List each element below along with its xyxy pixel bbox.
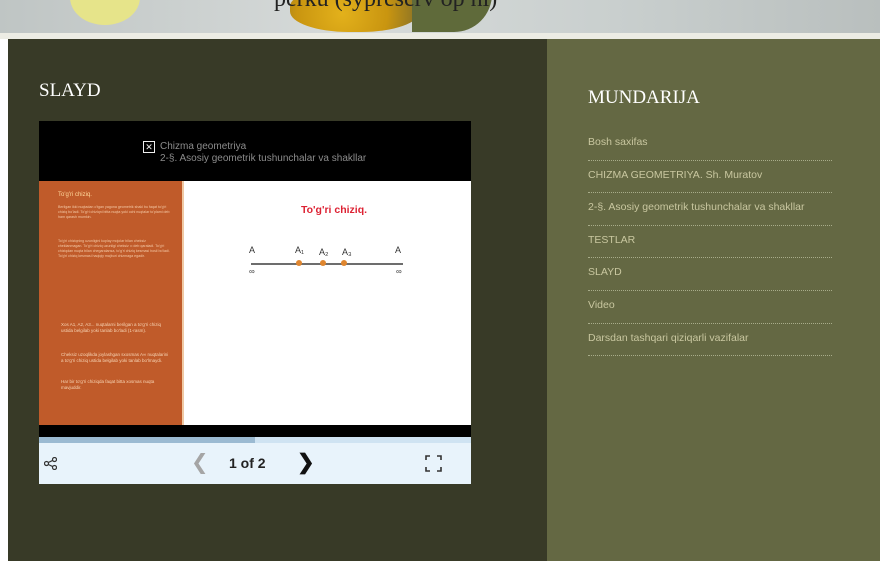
infinity-label: ∞: [249, 267, 255, 276]
share-icon[interactable]: [44, 457, 57, 470]
point-marker: [320, 260, 326, 266]
fullscreen-icon[interactable]: [425, 455, 442, 472]
sidebar-item-chizma-geometriya: CHIZMA GEOMETRIYA. Sh. Muratov: [588, 161, 832, 194]
sidebar-link[interactable]: Bosh saxifas: [588, 136, 648, 148]
point-label: A₂: [319, 247, 329, 257]
point-label: A₃: [342, 247, 352, 257]
sidebar-link[interactable]: 2-§. Asosiy geometrik tushunchalar va sh…: [588, 201, 805, 213]
point-marker: [296, 260, 302, 266]
sidebar: MUNDARIJA Bosh saxifas CHIZMA GEOMETRIYA…: [547, 39, 880, 561]
sidebar-link[interactable]: Darsdan tashqari qiziqarli vazifalar: [588, 332, 749, 344]
close-icon[interactable]: ✕: [143, 141, 155, 153]
sidebar-item-asosiy-geometrik: 2-§. Asosiy geometrik tushunchalar va sh…: [588, 193, 832, 226]
slideshow-viewer[interactable]: ✕ Chizma geometriya 2-§. Asosiy geometri…: [39, 121, 471, 484]
panel-bullet: Har bir to'g'ri chiziqda faqat bitta xos…: [61, 379, 155, 391]
panel-bullet: Cheksiz uzoqlikda joylashgan sxosmas A∞ …: [61, 352, 169, 364]
point-label: A: [249, 245, 256, 255]
slide-heading: To'g'ri chiziq.: [301, 204, 368, 216]
sidebar-link[interactable]: CHIZMA GEOMETRIYA. Sh. Muratov: [588, 169, 762, 181]
slide-side-panel: To'g'ri chiziq. Berilgan ikki nuqtadan o…: [39, 181, 184, 425]
sidebar-link[interactable]: SLAYD: [588, 266, 622, 278]
banner-caption: perku (sypreserv op ni): [274, 0, 497, 13]
chevron-right-icon[interactable]: ❯: [297, 452, 315, 473]
sidebar-item-slayd: SLAYD: [588, 258, 832, 291]
sidebar-link[interactable]: TESTLAR: [588, 234, 635, 246]
viewer-toolbar: ❮ 1 of 2 ❯: [39, 443, 471, 484]
main-content: SLAYD ✕ Chizma geometriya 2-§. Asosiy ge…: [8, 39, 547, 561]
viewer-title: Chizma geometriya: [160, 141, 247, 152]
point-label: A₁: [295, 245, 305, 255]
chevron-left-icon[interactable]: ❮: [191, 452, 209, 473]
header-banner: perku (sypreserv op ni): [0, 0, 880, 33]
panel-title: To'g'ri chiziq.: [58, 192, 92, 198]
sidebar-item-bosh-saxifas: Bosh saxifas: [588, 128, 832, 161]
point-label: A: [395, 245, 402, 255]
sidebar-link[interactable]: Video: [588, 299, 615, 311]
section-title: SLAYD: [39, 80, 101, 101]
infinity-label: ∞: [396, 267, 402, 276]
line-diagram: [251, 263, 403, 265]
sidebar-item-video: Video: [588, 291, 832, 324]
slide-content: To'g'ri chiziq. Berilgan ikki nuqtadan o…: [39, 181, 471, 425]
panel-paragraph: To'g'ri chiziqning uzunligini kuplay moj…: [58, 239, 170, 258]
viewer-header: ✕ Chizma geometriya 2-§. Asosiy geometri…: [39, 121, 471, 181]
sidebar-menu: Bosh saxifas CHIZMA GEOMETRIYA. Sh. Mura…: [588, 128, 832, 357]
page-indicator: 1 of 2: [229, 455, 266, 471]
sidebar-item-testlar: TESTLAR: [588, 226, 832, 259]
sidebar-title: MUNDARIJA: [588, 87, 700, 108]
point-marker: [341, 260, 347, 266]
panel-paragraph: Berilgan ikki nuqtadan o'tgan yagona geo…: [58, 205, 170, 219]
banner-flower-image: [70, 0, 140, 25]
panel-bullet: Xos A1, A2, A3... nuqtalarni berilgan a …: [61, 322, 162, 334]
sidebar-item-vazifalar: Darsdan tashqari qiziqarli vazifalar: [588, 324, 832, 357]
viewer-subtitle: 2-§. Asosiy geometrik tushunchalar va sh…: [160, 153, 367, 164]
